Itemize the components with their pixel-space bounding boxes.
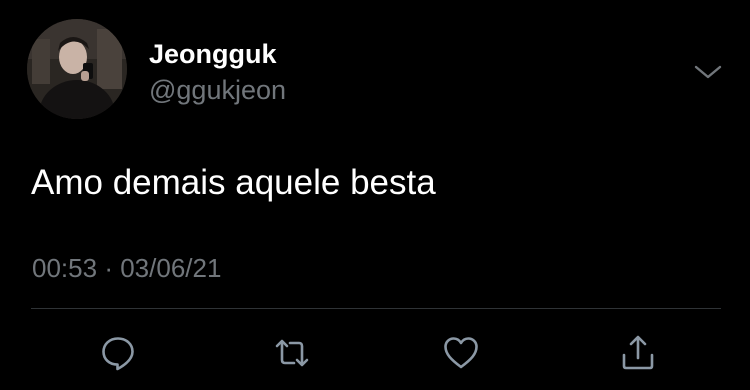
tweet-date: 03/06/21 xyxy=(120,253,222,283)
speech-bubble-icon xyxy=(102,337,134,371)
user-avatar-photo-icon xyxy=(27,19,127,119)
like-button[interactable] xyxy=(441,333,481,373)
heart-icon xyxy=(444,337,478,369)
meta-separator: · xyxy=(104,253,113,283)
tweet-timestamp[interactable]: 00:53 · 03/06/21 xyxy=(32,251,221,285)
retweet-button[interactable] xyxy=(272,333,312,373)
reply-button[interactable] xyxy=(98,333,138,373)
tweet-time: 00:53 xyxy=(32,253,98,283)
chevron-down-icon xyxy=(694,65,722,79)
author-handle[interactable]: @ggukjeon xyxy=(149,74,286,106)
avatar[interactable] xyxy=(27,19,127,119)
share-upload-icon xyxy=(622,335,654,370)
author-display-name[interactable]: Jeongguk xyxy=(149,38,277,70)
share-button[interactable] xyxy=(618,333,658,373)
retweet-arrows-icon xyxy=(275,339,309,367)
tweet-menu-button[interactable] xyxy=(690,55,726,91)
tweet-text: Amo demais aquele besta xyxy=(31,163,436,202)
divider xyxy=(31,308,721,309)
